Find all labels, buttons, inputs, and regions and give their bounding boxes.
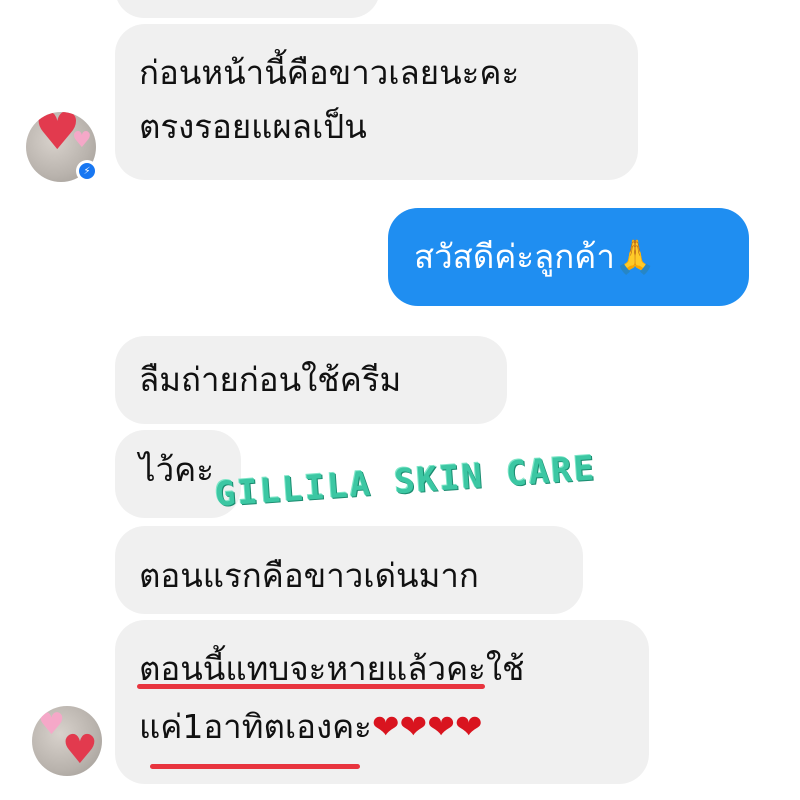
message-text: ตรงรอยแผลเป็น	[139, 107, 367, 146]
message-text: ไว้คะ	[139, 450, 214, 489]
message-text: ตอนนี้แทบจะหายแล้วคะใช้	[139, 649, 525, 688]
message-text: แค่1อาทิตเองคะ	[139, 707, 372, 746]
message-text: สวัสดีค่ะลูกค้า🙏	[414, 237, 656, 276]
message-text: ตอนแรกคือขาวเด่นมาก	[139, 556, 479, 595]
heart-icon: ♥	[38, 707, 65, 742]
messenger-icon: ⚡	[76, 160, 98, 182]
heart-icon: ♥	[72, 128, 92, 153]
chat-bubble-incoming: ตอนนี้แทบจะหายแล้วคะใช้ แค่1อาทิตเองคะ❤❤…	[115, 620, 649, 784]
chat-bubble-incoming: ก่อนหน้านี้คือขาวเลยนะคะ ตรงรอยแผลเป็น	[115, 24, 638, 180]
highlight-underline	[150, 764, 360, 769]
heart-icon: ❤❤❤❤	[371, 707, 483, 746]
highlight-underline	[137, 684, 485, 689]
message-text: ก่อนหน้านี้คือขาวเลยนะคะ	[139, 53, 520, 92]
message-text: ลืมถ่ายก่อนใช้ครีม	[139, 360, 402, 399]
chat-bubble-partial	[115, 0, 380, 18]
watermark: GILLILA SKIN CARE	[213, 448, 598, 515]
avatar[interactable]: ♥ ♥	[32, 706, 102, 776]
heart-icon: ♥	[62, 727, 98, 773]
chat-bubble-outgoing: สวัสดีค่ะลูกค้า🙏	[388, 208, 749, 306]
chat-bubble-incoming: ตอนแรกคือขาวเด่นมาก	[115, 526, 583, 614]
chat-bubble-incoming: ลืมถ่ายก่อนใช้ครีม	[115, 336, 507, 424]
